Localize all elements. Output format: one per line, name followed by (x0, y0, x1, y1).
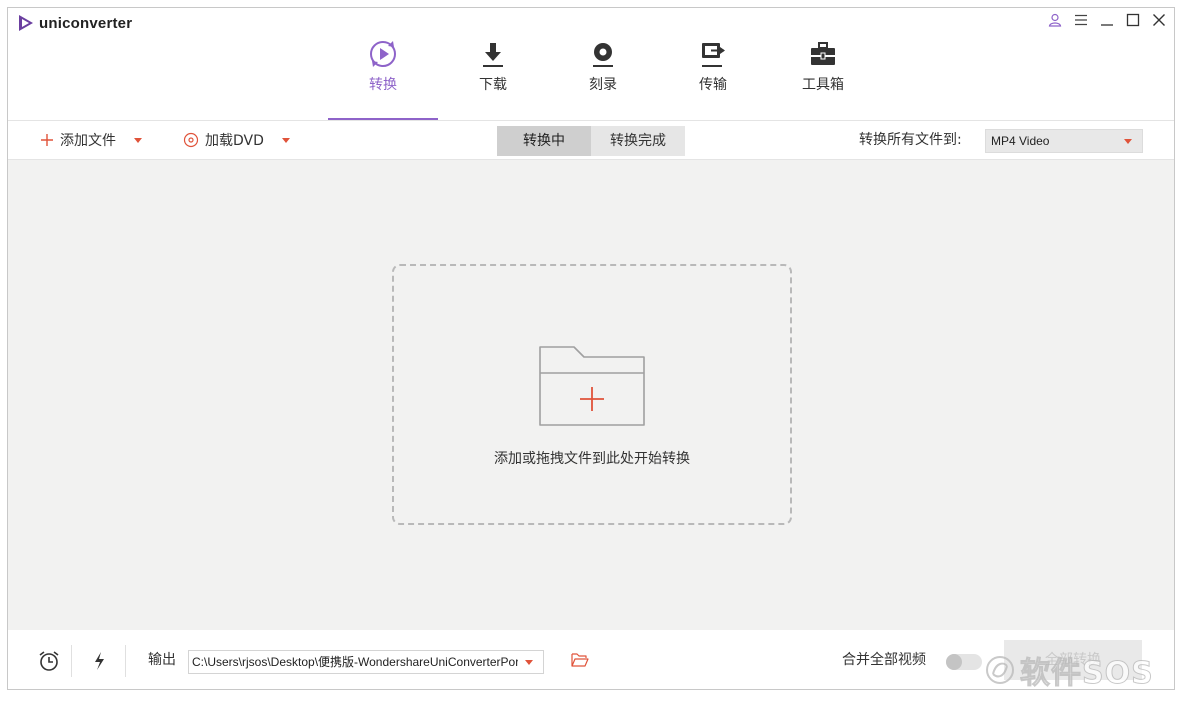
separator (71, 645, 72, 677)
add-files-dropdown-icon[interactable] (134, 137, 142, 143)
burn-icon (593, 43, 613, 67)
drop-zone[interactable]: 添加或拖拽文件到此处开始转换 (392, 264, 792, 525)
file-list-area: 添加或拖拽文件到此处开始转换 (8, 160, 1174, 630)
convert-icon (370, 41, 396, 67)
tab-transfer-label: 传输 (699, 77, 727, 93)
watermark: 软件SOS (984, 650, 1154, 692)
chevron-down-icon (1124, 139, 1132, 144)
separator (125, 645, 126, 677)
watermark-text: 软件SOS (1020, 656, 1154, 692)
watermark-logo-icon (986, 656, 1014, 684)
transfer-icon (702, 43, 725, 67)
schedule-icon[interactable] (38, 650, 60, 672)
tab-download[interactable]: 下载 (438, 8, 548, 120)
status-tabs: 转换中 转换完成 (497, 126, 685, 156)
plus-icon (41, 134, 53, 146)
window-controls (1046, 11, 1168, 29)
merge-all-label: 合并全部视频 (842, 652, 926, 668)
toggle-knob (946, 654, 962, 670)
chevron-down-icon (525, 660, 533, 665)
header: uniconverter 转换 下载 刻录 传输 工具箱 (8, 8, 1174, 120)
download-icon (483, 43, 503, 67)
add-files-button[interactable]: 添加文件 (40, 121, 142, 159)
output-label: 输出 (148, 652, 176, 668)
output-format-value: MP4 Video (991, 134, 1050, 148)
tab-download-label: 下载 (479, 77, 507, 93)
tab-converted[interactable]: 转换完成 (591, 126, 685, 156)
account-icon[interactable] (1046, 11, 1064, 29)
tab-toolbox-label: 工具箱 (802, 77, 844, 93)
main-nav: 转换 下载 刻录 传输 工具箱 (328, 8, 878, 120)
convert-all-to-label: 转换所有文件到: (859, 132, 962, 148)
load-dvd-button[interactable]: 加载DVD (183, 121, 290, 159)
tab-convert[interactable]: 转换 (328, 8, 438, 120)
app-window: uniconverter 转换 下载 刻录 传输 工具箱 添加文件 加载DVD … (7, 7, 1175, 690)
tab-toolbox[interactable]: 工具箱 (768, 8, 878, 120)
tab-converting[interactable]: 转换中 (497, 126, 591, 156)
uniconverter-logo-icon (19, 15, 33, 31)
add-folder-icon[interactable] (538, 343, 646, 427)
dvd-icon (183, 132, 199, 148)
merge-all-toggle[interactable] (946, 654, 982, 670)
minimize-icon[interactable] (1098, 11, 1116, 29)
tab-burn-label: 刻录 (589, 77, 617, 93)
tab-transfer[interactable]: 传输 (658, 8, 768, 120)
toolbox-icon (811, 42, 835, 65)
app-logo: uniconverter (18, 14, 132, 32)
lightning-icon[interactable] (88, 650, 110, 672)
output-path-value: C:\Users\rjsos\Desktop\便携版-WondershareUn… (192, 655, 518, 669)
open-folder-icon[interactable] (571, 652, 589, 668)
app-title: uniconverter (39, 14, 133, 32)
load-dvd-dropdown-icon[interactable] (281, 137, 290, 143)
maximize-icon[interactable] (1124, 11, 1142, 29)
toolbar: 添加文件 加载DVD 转换中 转换完成 转换所有文件到: MP4 Video (8, 120, 1174, 160)
output-format-select[interactable]: MP4 Video (985, 129, 1143, 153)
tab-convert-label: 转换 (369, 77, 397, 93)
menu-icon[interactable] (1072, 11, 1090, 29)
output-path-select[interactable]: C:\Users\rjsos\Desktop\便携版-WondershareUn… (188, 650, 544, 674)
tab-burn[interactable]: 刻录 (548, 8, 658, 120)
add-files-label: 添加文件 (60, 133, 116, 149)
close-icon[interactable] (1150, 11, 1168, 29)
load-dvd-label: 加载DVD (205, 133, 264, 149)
drop-zone-text: 添加或拖拽文件到此处开始转换 (494, 451, 690, 467)
